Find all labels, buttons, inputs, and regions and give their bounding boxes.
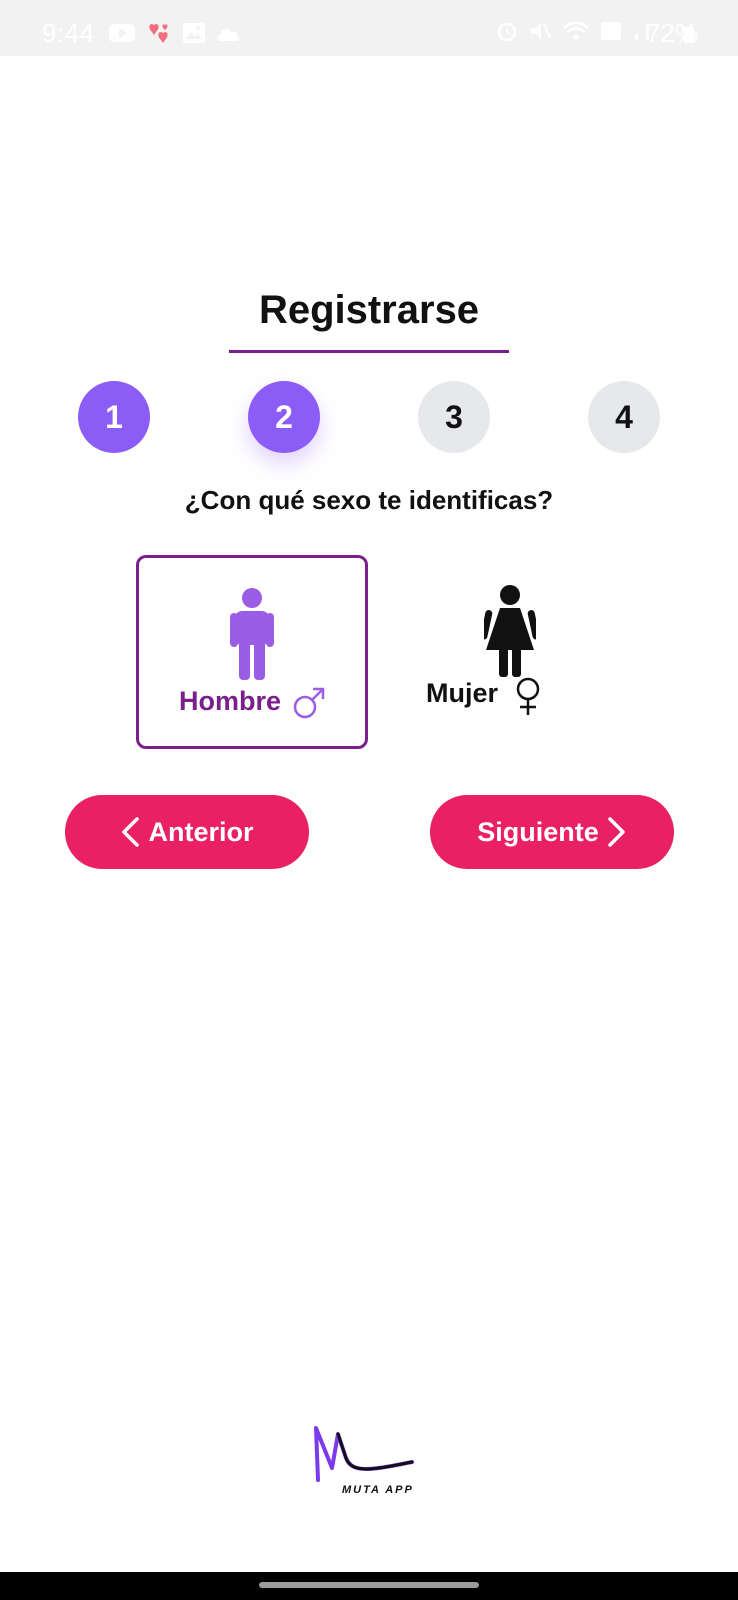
status-system-icons xyxy=(496,20,652,42)
gender-option-female[interactable]: Mujer xyxy=(394,555,626,749)
next-button-label: Siguiente xyxy=(477,816,599,847)
battery-icon xyxy=(684,27,694,43)
male-label: Hombre xyxy=(179,686,282,716)
page-title: Registrarse xyxy=(258,288,480,332)
image-icon xyxy=(183,23,205,43)
chevron-right-icon xyxy=(608,817,625,847)
logo-text: MUTA APP xyxy=(342,1484,414,1496)
male-symbol-icon xyxy=(293,687,325,719)
status-time: 9:44 xyxy=(42,18,95,48)
previous-button-label: Anterior xyxy=(148,816,254,847)
hearts-icon xyxy=(149,24,168,43)
step-3: 3 xyxy=(418,381,490,453)
previous-button[interactable]: Anterior xyxy=(65,795,309,869)
muta-app-logo: MUTA APP xyxy=(312,1424,428,1504)
chevron-left-icon xyxy=(122,817,140,847)
cloud-icon xyxy=(217,28,240,41)
volte-icon xyxy=(601,22,621,40)
man-icon xyxy=(230,588,274,680)
step-2: 2 xyxy=(248,381,320,453)
step-4: 4 xyxy=(588,381,660,453)
alarm-icon xyxy=(497,22,517,42)
woman-icon xyxy=(484,585,536,677)
gender-option-male[interactable]: Hombre xyxy=(136,555,368,749)
female-symbol-icon xyxy=(516,677,540,715)
wifi-icon xyxy=(563,21,589,40)
status-notification-icons xyxy=(108,20,242,46)
home-indicator[interactable] xyxy=(259,1582,479,1588)
system-navigation-bar xyxy=(0,1572,738,1600)
next-button[interactable]: Siguiente xyxy=(430,795,674,869)
female-label: Mujer xyxy=(426,678,499,708)
status-bar: 9:44 72% xyxy=(0,0,738,56)
youtube-icon xyxy=(109,24,135,42)
gender-question: ¿Con qué sexo te identificas? xyxy=(184,485,554,515)
registration-screen: 9:44 72% Registrarse 1 2 3 4 ¿Con qué se… xyxy=(0,0,738,1600)
title-underline xyxy=(229,350,509,353)
logo-mark-icon xyxy=(314,1426,414,1482)
mute-icon xyxy=(531,23,551,39)
step-1: 1 xyxy=(78,381,150,453)
